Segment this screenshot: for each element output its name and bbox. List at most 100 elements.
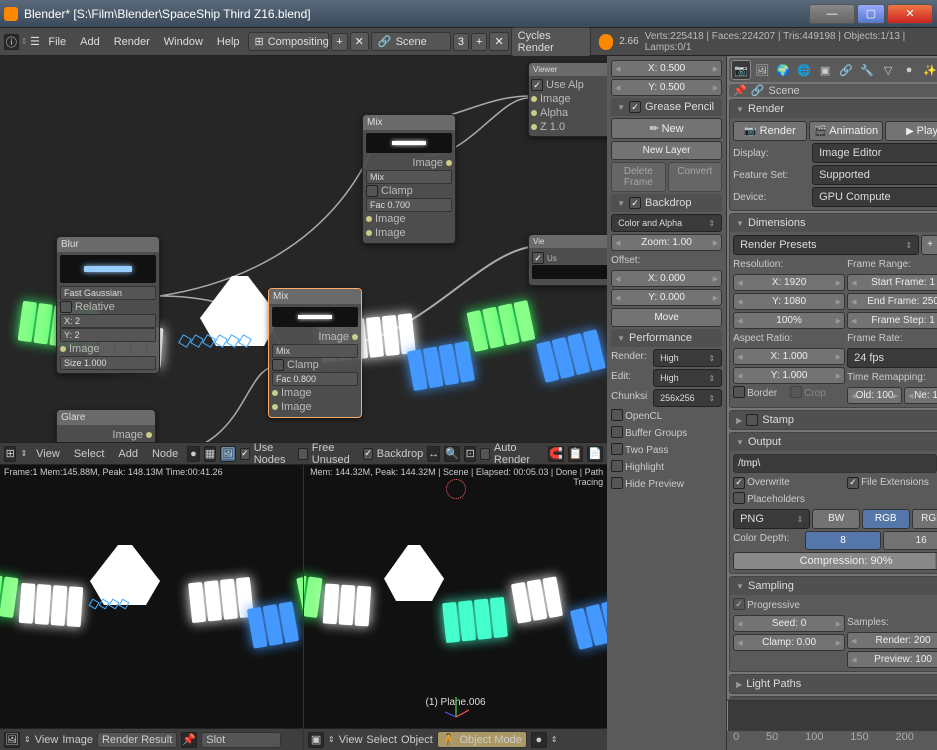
- snap-icon[interactable]: 🧲: [548, 446, 564, 462]
- del-scene-button[interactable]: ✕: [489, 32, 508, 51]
- auto-render-checkbox[interactable]: [480, 448, 489, 460]
- copy-icon[interactable]: 📋: [568, 446, 584, 462]
- image-editor[interactable]: Frame:1 Mem:145.88M, Peak: 148.13M Time:…: [0, 465, 303, 750]
- tab-world[interactable]: 🌐: [794, 60, 814, 80]
- rgb-button[interactable]: RGB: [862, 509, 910, 529]
- menu-add[interactable]: Add: [113, 446, 143, 462]
- render-samples[interactable]: Render: 200: [847, 632, 937, 649]
- featureset-select[interactable]: Supported: [812, 165, 937, 185]
- opencl-checkbox[interactable]: [611, 409, 623, 421]
- backdrop-panel[interactable]: Backdrop: [611, 194, 722, 212]
- tex-mode-icon[interactable]: ▦: [204, 446, 216, 462]
- overwrite-checkbox[interactable]: [733, 477, 745, 489]
- buffer-groups-checkbox[interactable]: [611, 426, 623, 438]
- crop-checkbox[interactable]: [790, 386, 802, 398]
- remap-new[interactable]: Ne: 100: [904, 387, 937, 404]
- del-layout-button[interactable]: ✕: [350, 32, 369, 51]
- editor-type-icon[interactable]: ⓘ: [4, 34, 19, 50]
- menu-view[interactable]: View: [35, 734, 59, 746]
- menu-view[interactable]: View: [31, 446, 65, 462]
- node-blur[interactable]: Blur Fast Gaussian Relative X: 2 Y: 2 Im…: [56, 236, 160, 374]
- remap-old[interactable]: Old: 100: [847, 387, 902, 404]
- edit-quality[interactable]: High: [653, 369, 722, 387]
- maximize-button[interactable]: ▢: [857, 4, 885, 24]
- seed-field[interactable]: Seed: 0: [733, 615, 845, 632]
- play-button[interactable]: ▶ Play: [885, 121, 937, 141]
- offset-y[interactable]: Y: 0.000: [611, 289, 722, 306]
- free-unused-checkbox[interactable]: [298, 448, 307, 460]
- material-mode-icon[interactable]: ●: [187, 446, 199, 462]
- backdrop-opts-icon[interactable]: ⊡: [464, 446, 476, 462]
- menu-render[interactable]: Render: [108, 34, 156, 50]
- bw-button[interactable]: BW: [812, 509, 860, 529]
- tab-layers[interactable]: 🖼: [752, 60, 772, 80]
- node-viewer[interactable]: Viewer Use Alp Image Alpha Z 1.0: [528, 62, 607, 137]
- new-layer-button[interactable]: New Layer: [611, 141, 722, 160]
- add-preset-button[interactable]: +: [921, 235, 937, 255]
- render-engine-selector[interactable]: Cycles Render: [511, 27, 591, 57]
- paste-icon[interactable]: 📄: [587, 446, 603, 462]
- scene-selector[interactable]: 🔗Scene: [371, 32, 451, 51]
- dimensions-panel-header[interactable]: Dimensions: [730, 214, 937, 232]
- end-frame[interactable]: End Frame: 250: [847, 293, 937, 310]
- add-layout-button[interactable]: +: [331, 33, 347, 51]
- tab-particles[interactable]: ✨: [920, 60, 937, 80]
- node-mix-1[interactable]: Mix Image Mix Clamp Fac 0.800 Image Imag…: [268, 288, 362, 418]
- 3d-viewport[interactable]: Mem: 144.32M, Peak: 144.32M | Scene | El…: [303, 465, 607, 750]
- image-selector[interactable]: Render Result: [97, 732, 177, 748]
- add-scene-button[interactable]: +: [471, 33, 487, 51]
- slot-selector[interactable]: Slot: [201, 732, 281, 748]
- node-mix-2[interactable]: Mix Image Mix Clamp Fac 0.700 Image Imag…: [362, 114, 456, 244]
- compositing-mode-icon[interactable]: 🖼: [220, 446, 236, 462]
- grease-pencil-panel[interactable]: Grease Pencil: [611, 98, 722, 116]
- chunk-size[interactable]: 256x256: [653, 389, 722, 407]
- new-button[interactable]: ✏ New: [611, 118, 722, 139]
- compression-slider[interactable]: Compression: 90%: [733, 552, 937, 570]
- aspect-y[interactable]: Y: 1.000: [733, 367, 845, 384]
- display-select[interactable]: Image Editor: [812, 143, 937, 163]
- pin-icon[interactable]: 📌: [181, 732, 197, 748]
- depth-8[interactable]: 8: [805, 531, 881, 550]
- depth-16[interactable]: 16: [883, 531, 937, 550]
- pin-icon[interactable]: 📌: [733, 84, 747, 97]
- color-alpha-select[interactable]: Color and Alpha: [611, 214, 722, 232]
- performance-panel[interactable]: Performance: [611, 329, 722, 347]
- border-checkbox[interactable]: [733, 386, 745, 398]
- editor-type-icon[interactable]: ⊞: [4, 446, 16, 462]
- menu-file[interactable]: File: [42, 34, 72, 50]
- tab-scene[interactable]: 🌍: [773, 60, 793, 80]
- timeline[interactable]: 0 50 100 150 200 250 Start: 1 End: 250: [727, 700, 937, 750]
- node-editor[interactable]: Blur Fast Gaussian Relative X: 2 Y: 2 Im…: [0, 56, 607, 442]
- menu-image[interactable]: Image: [62, 734, 93, 746]
- tab-material[interactable]: ●: [899, 60, 919, 80]
- render-presets[interactable]: Render Presets: [733, 235, 919, 255]
- tab-object[interactable]: ▣: [815, 60, 835, 80]
- render-panel-header[interactable]: Render: [730, 100, 937, 118]
- zoom-field[interactable]: Zoom: 1.00: [611, 234, 722, 251]
- backdrop-checkbox[interactable]: [363, 448, 373, 460]
- backdrop-opts-icon[interactable]: ↔: [427, 446, 440, 462]
- backdrop-x[interactable]: X: 0.500: [611, 60, 722, 77]
- file-ext-checkbox[interactable]: [847, 477, 859, 489]
- device-select[interactable]: GPU Compute: [812, 187, 937, 207]
- render-button[interactable]: 📷 Render: [733, 121, 807, 141]
- convert-button[interactable]: Convert: [668, 162, 723, 192]
- res-pct[interactable]: 100%: [733, 312, 845, 329]
- node-partial[interactable]: Vie Us: [528, 234, 607, 286]
- highlight-checkbox[interactable]: [611, 460, 623, 472]
- light-paths-panel[interactable]: Light Paths: [730, 675, 937, 693]
- menu-help[interactable]: Help: [211, 34, 246, 50]
- menu-object[interactable]: Object: [401, 734, 433, 746]
- output-path[interactable]: /tmp\: [733, 454, 937, 473]
- offset-x[interactable]: X: 0.000: [611, 270, 722, 287]
- shading-icon[interactable]: ●: [531, 732, 547, 748]
- tab-constraints[interactable]: 🔗: [836, 60, 856, 80]
- aspect-x[interactable]: X: 1.000: [733, 348, 845, 365]
- tab-modifiers[interactable]: 🔧: [857, 60, 877, 80]
- menu-window[interactable]: Window: [158, 34, 209, 50]
- editor-type-icon[interactable]: 🖼: [4, 732, 20, 748]
- menu-select[interactable]: Select: [69, 446, 110, 462]
- scene-users[interactable]: 3: [453, 33, 469, 51]
- rgba-button[interactable]: RGBA: [912, 509, 937, 529]
- node-glare[interactable]: Glare Image Streaks Medium Iterations: 3…: [56, 409, 156, 442]
